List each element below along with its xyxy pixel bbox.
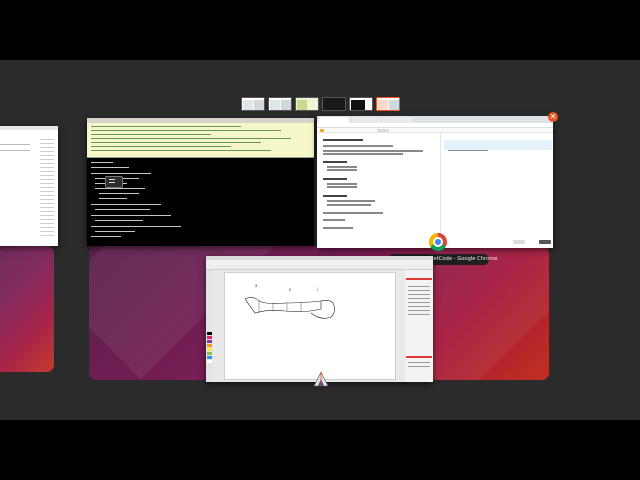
workspace-thumbnail[interactable] xyxy=(349,97,373,111)
drawing-canvas[interactable]: a c i xyxy=(224,272,396,380)
terminal-icon xyxy=(105,176,123,188)
activities-overview: ✕ Sort an Array - LeetCode - Google Chro… xyxy=(0,60,640,420)
svg-text:i: i xyxy=(317,287,318,292)
workspace-thumbnail-active[interactable] xyxy=(376,97,400,111)
desktop-wallpaper-previous xyxy=(0,246,54,372)
workspace-thumbnail[interactable] xyxy=(268,97,292,111)
sketch-drawing: a c i xyxy=(244,283,335,319)
svg-text:a: a xyxy=(255,283,258,288)
panel-header xyxy=(406,278,432,280)
svg-text:c: c xyxy=(289,287,291,292)
chrome-icon xyxy=(429,233,447,251)
close-icon[interactable]: ✕ xyxy=(548,112,558,122)
window-preview-spreadsheet[interactable] xyxy=(0,126,58,246)
paint-tool-palette xyxy=(206,270,213,382)
code-highlight xyxy=(444,140,552,150)
paint-toolbar xyxy=(206,265,433,270)
workspace-switcher xyxy=(241,97,400,113)
window-preview-chrome[interactable] xyxy=(317,116,553,248)
panel-footer xyxy=(406,356,432,358)
workspace-thumbnail[interactable] xyxy=(322,97,346,111)
code-editor[interactable] xyxy=(442,133,553,248)
problem-description xyxy=(317,133,441,248)
submit-button[interactable] xyxy=(539,240,551,244)
window-preview-paint[interactable]: a c i xyxy=(206,256,433,382)
screen: ✕ Sort an Array - LeetCode - Google Chro… xyxy=(0,0,640,480)
terminal-compiler-output xyxy=(87,123,314,157)
workspace-thumbnail[interactable] xyxy=(295,97,319,111)
workspace-thumbnail[interactable] xyxy=(241,97,265,111)
run-button[interactable] xyxy=(513,240,525,244)
paint-app-icon xyxy=(313,371,329,387)
